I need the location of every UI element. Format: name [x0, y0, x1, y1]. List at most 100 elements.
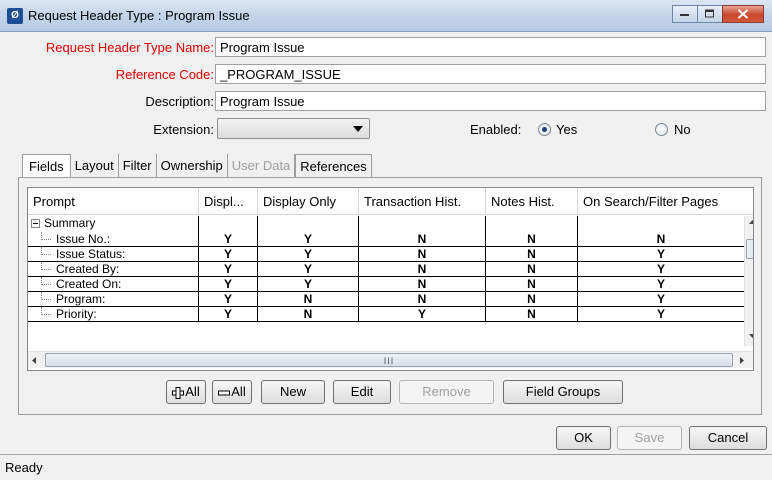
- cell-prompt: Created By:: [28, 262, 199, 276]
- enabled-no-radio[interactable]: [655, 123, 668, 136]
- row-prompt-text: Issue Status:: [56, 247, 126, 261]
- cell-display: Y: [199, 247, 258, 261]
- row-prompt-text: Program:: [56, 292, 106, 306]
- reference-code-label: Reference Code:: [115, 67, 214, 82]
- cell-on-search-filter: Y: [656, 307, 665, 321]
- name-input[interactable]: Program Issue: [215, 37, 766, 57]
- table-row[interactable]: Created On: Y Y N N Y: [28, 277, 744, 292]
- table-row[interactable]: Priority: Y N Y N Y: [28, 307, 744, 322]
- cell-on-search-filter: Y: [656, 292, 665, 306]
- new-button[interactable]: New: [261, 380, 325, 404]
- cell-prompt: Priority:: [28, 307, 199, 321]
- column-display[interactable]: Displ...: [199, 188, 258, 215]
- close-button[interactable]: [722, 5, 764, 23]
- app-icon: Ø: [7, 8, 23, 24]
- description-input[interactable]: Program Issue: [215, 91, 766, 111]
- row-prompt-text: Issue No.:: [56, 232, 111, 246]
- cell-on-search-filter: Y: [656, 262, 665, 276]
- cell-prompt: Issue Status:: [28, 247, 199, 261]
- scroll-up-icon[interactable]: [749, 220, 754, 225]
- tab-ownership[interactable]: Ownership: [157, 154, 228, 178]
- cell-notes-hist: N: [486, 307, 578, 321]
- edit-button[interactable]: Edit: [333, 380, 391, 404]
- cancel-button[interactable]: Cancel: [689, 426, 767, 450]
- tree-connector: [41, 232, 51, 240]
- extension-label: Extension:: [153, 122, 214, 137]
- ok-button[interactable]: OK: [556, 426, 611, 450]
- minimize-icon: [680, 14, 689, 16]
- cell-notes-hist: N: [486, 247, 578, 261]
- fields-table: Prompt Displ... Display Only Transaction…: [27, 187, 754, 371]
- enabled-yes-radio[interactable]: [538, 123, 551, 136]
- enabled-no-label: No: [674, 122, 691, 137]
- add-all-label: All: [185, 384, 200, 399]
- table-row[interactable]: Created By: Y Y N N Y: [28, 262, 744, 277]
- dropdown-arrow-icon: [353, 126, 363, 132]
- row-prompt-text: Created By:: [56, 262, 120, 276]
- reference-code-input[interactable]: _PROGRAM_ISSUE: [215, 64, 766, 84]
- table-header: Prompt Displ... Display Only Transaction…: [28, 188, 753, 215]
- tab-filter[interactable]: Filter: [119, 154, 157, 178]
- column-prompt[interactable]: Prompt: [28, 188, 199, 215]
- maximize-icon: [705, 9, 714, 18]
- field-groups-button[interactable]: Field Groups: [503, 380, 623, 404]
- tab-fields[interactable]: Fields: [22, 154, 71, 179]
- cell-transaction-hist: N: [359, 292, 486, 306]
- cell-prompt: Program:: [28, 292, 199, 306]
- scroll-grip: III: [383, 356, 395, 366]
- cell-display: Y: [199, 277, 258, 291]
- minimize-button[interactable]: [672, 5, 698, 23]
- scroll-down-icon[interactable]: [749, 334, 754, 339]
- tab-layout[interactable]: Layout: [71, 154, 119, 178]
- enabled-label: Enabled:: [470, 122, 522, 137]
- scroll-left-icon[interactable]: [32, 357, 37, 364]
- table-cell: [486, 216, 578, 232]
- table-cell: [258, 216, 359, 232]
- column-display-only[interactable]: Display Only: [258, 188, 359, 215]
- cell-prompt: Created On:: [28, 277, 199, 291]
- column-transaction-hist[interactable]: Transaction Hist.: [359, 188, 486, 215]
- window-title: Request Header Type : Program Issue: [28, 8, 250, 23]
- table-cell: [578, 216, 744, 232]
- cell-on-search-filter: Y: [656, 277, 665, 291]
- cell-display-only: N: [258, 292, 359, 306]
- vertical-scrollbar[interactable]: [744, 216, 754, 346]
- horizontal-scrollbar[interactable]: III: [28, 351, 753, 368]
- tab-references[interactable]: References: [295, 154, 372, 178]
- table-row[interactable]: Program: Y N N N Y: [28, 292, 744, 307]
- column-on-search-filter[interactable]: On Search/Filter Pages: [578, 188, 753, 215]
- add-all-button[interactable]: All: [166, 380, 206, 404]
- cell-notes-hist: N: [486, 292, 578, 306]
- cell-display: Y: [199, 262, 258, 276]
- maximize-button[interactable]: [697, 5, 723, 23]
- table-row[interactable]: Issue Status: Y Y N N Y: [28, 247, 744, 262]
- tree-connector: [41, 262, 51, 270]
- plus-icon: [172, 386, 185, 399]
- save-button: Save: [617, 426, 682, 450]
- row-prompt-text: Created On:: [56, 277, 122, 291]
- remove-all-button[interactable]: All: [212, 380, 252, 404]
- cell-on-search-filter: N: [656, 232, 666, 246]
- table-row[interactable]: Issue No.: Y Y N N N: [28, 232, 744, 247]
- cell-transaction-hist: N: [359, 262, 486, 276]
- cell-prompt: Issue No.:: [28, 232, 199, 246]
- scroll-right-icon[interactable]: [740, 357, 745, 364]
- table-group-row[interactable]: Summary: [28, 216, 744, 232]
- group-label: Summary: [44, 216, 96, 230]
- group-cell: Summary: [28, 216, 199, 232]
- extension-dropdown[interactable]: [217, 118, 370, 139]
- cell-notes-hist: N: [486, 232, 578, 246]
- tab-strip: Fields Layout Filter Ownership User Data…: [22, 154, 372, 179]
- status-separator: [0, 454, 772, 455]
- horizontal-scroll-thumb[interactable]: III: [45, 353, 733, 367]
- window-controls: [672, 5, 764, 25]
- column-notes-hist[interactable]: Notes Hist.: [486, 188, 578, 215]
- cell-notes-hist: N: [486, 262, 578, 276]
- table-cell: [199, 216, 258, 232]
- vertical-scroll-thumb[interactable]: [746, 239, 753, 259]
- enabled-yes-label: Yes: [556, 122, 578, 137]
- cell-transaction-hist: N: [359, 247, 486, 261]
- tab-user-data: User Data: [228, 154, 296, 178]
- table-body: Summary Issue No.: Y Y N N N Issue Status: Y Y N N…: [28, 216, 744, 322]
- collapse-icon[interactable]: [31, 219, 40, 228]
